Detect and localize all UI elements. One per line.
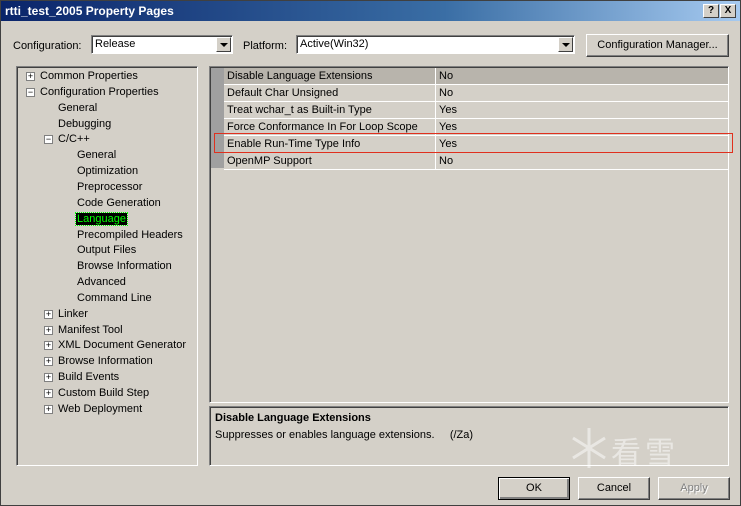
watermark-text: 看雪	[611, 436, 679, 471]
grid-divider	[435, 68, 436, 85]
tree-item-label: Code Generation	[77, 196, 161, 209]
platform-combo[interactable]: Active(Win32)	[296, 35, 575, 54]
tree-item-label: Precompiled Headers	[77, 228, 183, 241]
property-name: Treat wchar_t as Built-in Type	[227, 104, 372, 116]
tree-item-label: General	[77, 149, 117, 162]
property-name: Force Conformance In For Loop Scope	[227, 121, 418, 133]
tree-item-cpp-code-generation[interactable]: Code Generation	[76, 195, 162, 211]
description-title: Disable Language Extensions	[215, 412, 371, 424]
property-name: Default Char Unsigned	[227, 87, 339, 99]
tree-item-label: Language	[75, 211, 128, 226]
tree-item-label: Build Events	[58, 371, 120, 384]
grid-gutter	[211, 68, 224, 168]
configuration-label: Configuration:	[13, 40, 82, 52]
tree-item-cpp-optimization[interactable]: Optimization	[76, 163, 139, 179]
tree-item-label: Command Line	[77, 291, 152, 304]
tree-item-label: Linker	[58, 307, 88, 320]
platform-label: Platform:	[243, 40, 288, 52]
window-title: rtti_test_2005 Property Pages	[5, 4, 174, 18]
configuration-value: Release	[95, 38, 136, 50]
tree-item-build-events[interactable]: + Build Events	[44, 369, 120, 385]
tree-item-label: Advanced	[77, 276, 126, 289]
collapse-icon[interactable]: −	[44, 135, 53, 145]
cancel-button[interactable]: Cancel	[578, 477, 650, 500]
configuration-combo[interactable]: Release	[91, 35, 233, 54]
tree-item-label: Common Properties	[40, 70, 138, 82]
collapse-icon[interactable]: −	[26, 87, 35, 97]
tree-item-label: Output Files	[77, 244, 137, 257]
grid-divider	[435, 153, 436, 170]
tree-item-cpp-output-files[interactable]: Output Files	[76, 242, 137, 258]
tree-item-label: C/C++	[58, 133, 90, 146]
tree-item-cpp[interactable]: − C/C++	[44, 131, 91, 147]
tree-item-cpp-precompiled-headers[interactable]: Precompiled Headers	[76, 227, 184, 243]
tree-item-label: Debugging	[58, 117, 112, 130]
tree-item-configuration-properties[interactable]: − Configuration Properties	[26, 84, 160, 100]
tree-item-cpp-general[interactable]: General	[76, 147, 117, 163]
tree-item-label: Browse Information	[58, 355, 153, 368]
grid-row[interactable]: OpenMP Support No	[224, 153, 728, 170]
property-pages-window: rtti_test_2005 Property Pages ? X Config…	[0, 0, 741, 506]
tree-item-label: Preprocessor	[77, 180, 143, 193]
grid-row[interactable]: Treat wchar_t as Built-in Type Yes	[224, 102, 728, 119]
ok-button[interactable]: OK	[498, 477, 570, 500]
tree-item-label: XML Document Generator	[58, 339, 186, 352]
expand-icon[interactable]: +	[44, 309, 53, 319]
property-grid: Disable Language Extensions No Default Cha…	[209, 66, 729, 403]
expand-icon[interactable]: +	[44, 389, 53, 398]
tree-item-cpp-preprocessor[interactable]: Preprocessor	[76, 179, 143, 195]
grid-row[interactable]: Default Char Unsigned No	[224, 85, 728, 102]
property-value[interactable]: No	[439, 155, 453, 167]
tree-item-cpp-advanced[interactable]: Advanced	[76, 274, 127, 290]
expand-icon[interactable]: +	[44, 373, 53, 383]
chevron-down-icon[interactable]	[216, 37, 231, 52]
tree-item-browse-information[interactable]: + Browse Information	[44, 353, 154, 369]
property-name: OpenMP Support	[227, 155, 312, 167]
snowflake-icon	[572, 428, 606, 468]
tree-item-linker[interactable]: + Linker	[44, 306, 89, 322]
tree-item-label: Optimization	[77, 165, 139, 178]
title-bar[interactable]: rtti_test_2005 Property Pages ? X	[1, 1, 740, 21]
tree-item-label: Browse Information	[77, 260, 172, 273]
grid-row[interactable]: Disable Language Extensions No	[224, 68, 728, 85]
apply-button[interactable]: Apply	[658, 477, 730, 500]
property-tree: + Common Properties − Configuration Propert…	[16, 66, 198, 466]
property-value[interactable]: Yes	[439, 121, 457, 133]
grid-divider	[435, 85, 436, 102]
platform-value: Active(Win32)	[300, 38, 369, 50]
expand-icon[interactable]: +	[44, 341, 53, 351]
help-button[interactable]: ?	[703, 4, 719, 18]
expand-icon[interactable]: +	[26, 72, 35, 81]
tree-item-cpp-command-line[interactable]: Command Line	[76, 290, 153, 306]
property-name: Disable Language Extensions	[227, 70, 373, 82]
chevron-down-icon[interactable]	[558, 37, 573, 52]
tree-item-general[interactable]: General	[57, 100, 98, 116]
tree-item-debugging[interactable]: Debugging	[57, 116, 112, 132]
tree-item-manifest-tool[interactable]: + Manifest Tool	[44, 322, 124, 338]
tree-item-custom-build-step[interactable]: + Custom Build Step	[44, 385, 150, 401]
tree-item-label: Custom Build Step	[58, 387, 150, 399]
watermark: 看雪	[571, 424, 721, 474]
tree-item-label: Web Deployment	[58, 402, 143, 415]
tree-item-label: Manifest Tool	[58, 323, 123, 336]
tree-item-label: Configuration Properties	[40, 85, 159, 98]
description-text: Suppresses or enables language extension…	[215, 429, 474, 441]
tree-item-web-deployment[interactable]: + Web Deployment	[44, 401, 143, 417]
property-value[interactable]: No	[439, 70, 453, 82]
tree-item-cpp-language[interactable]: Language	[75, 211, 128, 227]
property-value[interactable]: No	[439, 87, 453, 99]
tree-item-xml-document-generator[interactable]: + XML Document Generator	[44, 337, 187, 353]
expand-icon[interactable]: +	[44, 404, 53, 414]
highlight-box	[214, 133, 733, 153]
grid-divider	[435, 102, 436, 119]
tree-item-cpp-browse-information[interactable]: Browse Information	[76, 258, 173, 274]
expand-icon[interactable]: +	[44, 325, 53, 335]
close-button[interactable]: X	[720, 4, 736, 18]
tree-item-label: General	[58, 101, 98, 114]
property-value[interactable]: Yes	[439, 104, 457, 116]
configuration-manager-button[interactable]: Configuration Manager...	[586, 34, 729, 57]
expand-icon[interactable]: +	[44, 357, 53, 367]
tree-item-common-properties[interactable]: + Common Properties	[26, 68, 139, 84]
